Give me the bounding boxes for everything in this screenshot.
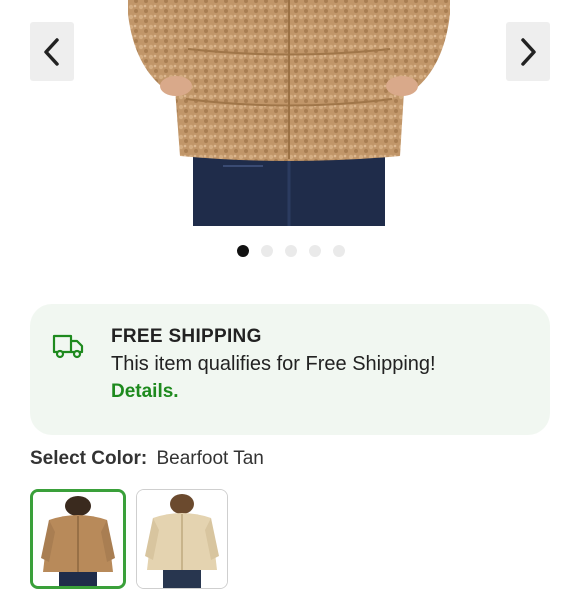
selected-color-name: Bearfoot Tan bbox=[156, 448, 264, 469]
gallery-dot-4[interactable] bbox=[309, 245, 321, 257]
gallery-dot-3[interactable] bbox=[285, 245, 297, 257]
truck-icon bbox=[52, 334, 84, 359]
shipping-details-link[interactable]: Details. bbox=[111, 381, 179, 403]
next-image-button[interactable] bbox=[506, 22, 550, 81]
swatch-image-cream bbox=[137, 490, 227, 588]
free-shipping-card: FREE SHIPPING This item qualifies for Fr… bbox=[30, 304, 550, 435]
swatch-image-bearfoot-tan bbox=[33, 492, 123, 586]
gallery-pagination bbox=[237, 245, 345, 257]
gallery-dot-2[interactable] bbox=[261, 245, 273, 257]
color-swatch-bearfoot-tan[interactable] bbox=[30, 489, 126, 589]
chevron-left-icon bbox=[44, 37, 59, 66]
shipping-title: FREE SHIPPING bbox=[111, 326, 262, 347]
previous-image-button[interactable] bbox=[30, 22, 74, 81]
color-swatch-cream[interactable] bbox=[136, 489, 228, 589]
gallery-dot-5[interactable] bbox=[333, 245, 345, 257]
select-color-label: Select Color: bbox=[30, 448, 148, 469]
gallery-dot-1[interactable] bbox=[237, 245, 249, 257]
product-image bbox=[128, 0, 450, 226]
chevron-right-icon bbox=[521, 37, 536, 66]
product-image-gallery bbox=[0, 0, 580, 226]
shipping-message: This item qualifies for Free Shipping! bbox=[111, 353, 436, 375]
color-selector-label-row: Select Color: Bearfoot Tan bbox=[30, 448, 264, 470]
